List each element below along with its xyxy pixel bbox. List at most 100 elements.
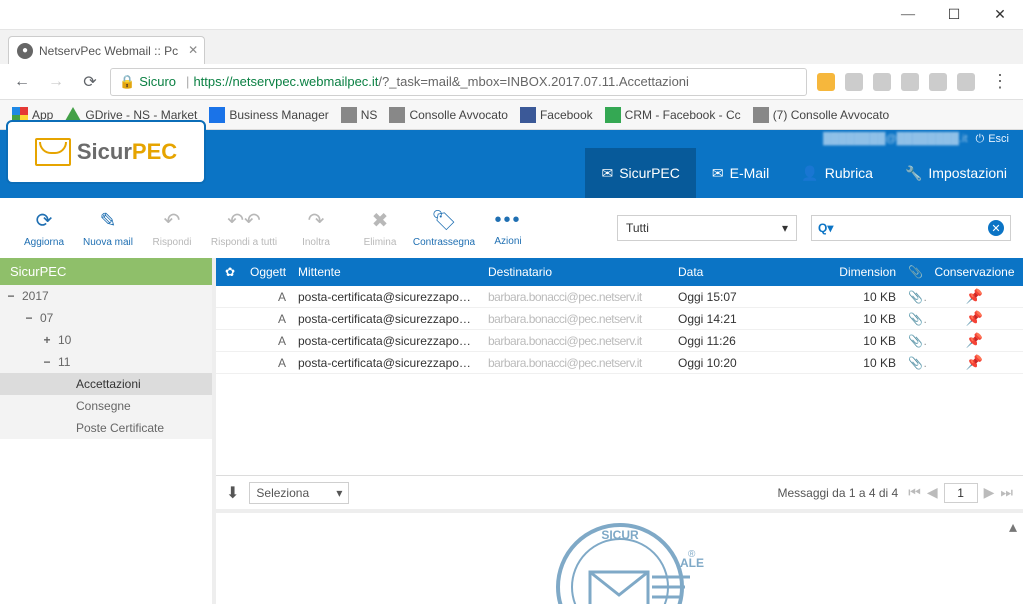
btn-label: Elimina — [364, 237, 397, 248]
clear-search-icon[interactable]: ✕ — [988, 220, 1004, 236]
pager-page-input[interactable] — [944, 483, 978, 503]
reply-all-icon: ↶↶ — [227, 208, 261, 233]
svg-text:®: ® — [688, 549, 696, 560]
select-all-icon[interactable]: ⬇ — [226, 483, 239, 503]
more-icon: ••• — [494, 209, 521, 232]
folder-poste-certificate[interactable]: Poste Certificate — [0, 417, 212, 439]
message-row[interactable]: Aposta-certificata@sicurezzapost...barba… — [216, 308, 1023, 330]
url-input[interactable]: 🔒 Sicuro | https://netservpec.webmailpec… — [110, 68, 807, 96]
grid-status: Messaggi da 1 a 4 di 4 — [777, 486, 898, 500]
bookmark-item[interactable]: Facebook — [516, 105, 597, 125]
cell-data: Oggi 11:26 — [672, 334, 822, 348]
folder-10[interactable]: +10 — [0, 329, 212, 351]
bookmark-item[interactable]: Business Manager — [205, 105, 332, 125]
message-row[interactable]: Aposta-certificata@sicurezzapost...barba… — [216, 286, 1023, 308]
grid-footer: ⬇ Seleziona ▾ Messaggi da 1 a 4 di 4 ⏮ ◀… — [216, 475, 1023, 509]
cell-conservazione[interactable]: 📌 — [926, 288, 1023, 305]
actions-button[interactable]: •••Azioni — [476, 209, 540, 247]
col-dimensione[interactable]: Dimension — [822, 265, 902, 279]
tree-toggle-icon[interactable]: − — [0, 289, 22, 303]
tree-toggle-icon[interactable]: + — [36, 333, 58, 347]
window-close[interactable]: ✕ — [977, 0, 1023, 30]
search-input[interactable]: Q▾ ✕ — [811, 215, 1011, 241]
col-mittente[interactable]: Mittente — [292, 265, 482, 279]
browser-menu-button[interactable]: ⋮ — [985, 71, 1015, 92]
filter-value: Tutti — [626, 221, 649, 235]
bookmark-item[interactable]: (7) Consolle Avvocato — [749, 105, 894, 125]
cell-data: Oggi 14:21 — [672, 312, 822, 326]
nav-email[interactable]: ✉E-Mail — [696, 148, 785, 198]
folder-11[interactable]: −11 — [0, 351, 212, 373]
nav-sicurpec[interactable]: ✉SicurPEC — [585, 148, 695, 198]
col-destinatario[interactable]: Destinatario — [482, 265, 672, 279]
selection-dropdown[interactable]: Seleziona ▾ — [249, 482, 349, 504]
tab-title: NetservPec Webmail :: Pc — [39, 44, 178, 58]
content-pane: ✿ Oggett Mittente Destinatario Data Dime… — [212, 258, 1023, 604]
page-icon — [389, 107, 405, 123]
folder-07[interactable]: −07 — [0, 307, 212, 329]
mark-button[interactable]: 🏷Contrassegna — [412, 208, 476, 248]
folder-label: 10 — [58, 333, 71, 347]
app-nav: ✉SicurPEC ✉E-Mail 👤Rubrica 🔧Impostazioni — [585, 148, 1023, 198]
col-data[interactable]: Data — [672, 265, 822, 279]
browser-addressbar: ← → ⟳ 🔒 Sicuro | https://netservpec.webm… — [0, 64, 1023, 100]
tab-favicon: ● — [17, 43, 33, 59]
page-icon — [209, 107, 225, 123]
gear-icon[interactable]: ✿ — [216, 265, 244, 279]
logo-text-1: Sicur — [77, 139, 132, 164]
attachment-icon: 📎 — [902, 334, 926, 348]
extension-icon[interactable] — [901, 73, 919, 91]
nav-forward-button[interactable]: → — [42, 68, 70, 96]
folder-label: 2017 — [22, 289, 49, 303]
cell-conservazione[interactable]: 📌 — [926, 332, 1023, 349]
cell-destinatario: barbara.bonacci@pec.netserv.it — [482, 356, 672, 370]
bookmark-item[interactable]: NS — [337, 105, 382, 125]
main-area: SicurPEC −2017−07+10−11AccettazioniConse… — [0, 258, 1023, 604]
nav-impostazioni[interactable]: 🔧Impostazioni — [889, 148, 1023, 198]
pager-last[interactable]: ⏭ — [1000, 484, 1013, 501]
browser-tab[interactable]: ● NetservPec Webmail :: Pc ✕ — [8, 36, 205, 64]
pager-prev[interactable]: ◀ — [927, 484, 938, 501]
btn-label: Nuova mail — [83, 237, 133, 248]
btn-label: Aggiorna — [24, 237, 64, 248]
bookmark-item[interactable]: Consolle Avvocato — [385, 105, 512, 125]
extension-icon[interactable] — [845, 73, 863, 91]
new-mail-button[interactable]: ✎Nuova mail — [76, 208, 140, 248]
nav-back-button[interactable]: ← — [8, 68, 36, 96]
refresh-button[interactable]: ⟳Aggiorna — [12, 208, 76, 248]
message-row[interactable]: Aposta-certificata@sicurezzapost...barba… — [216, 330, 1023, 352]
cell-dimensione: 10 KB — [822, 290, 902, 304]
pager-first[interactable]: ⏮ — [908, 484, 921, 501]
tab-close-icon[interactable]: ✕ — [188, 43, 198, 57]
folder-consegne[interactable]: Consegne — [0, 395, 212, 417]
col-conservazione[interactable]: Conservazione — [926, 265, 1023, 279]
bookmark-label: CRM - Facebook - Cc — [625, 108, 741, 122]
tree-toggle-icon[interactable]: − — [36, 355, 58, 369]
bookmark-item[interactable]: CRM - Facebook - Cc — [601, 105, 745, 125]
cell-conservazione[interactable]: 📌 — [926, 354, 1023, 371]
folder-accettazioni[interactable]: Accettazioni — [0, 373, 212, 395]
nav-reload-button[interactable]: ⟳ — [76, 68, 104, 96]
folder-2017[interactable]: −2017 — [0, 285, 212, 307]
cell-conservazione[interactable]: 📌 — [926, 310, 1023, 327]
extension-icon[interactable] — [929, 73, 947, 91]
watermark-stamp-icon: SICUR ALE CATA ® — [520, 517, 720, 604]
logout-button[interactable]: ⏻ Esci — [976, 133, 1009, 146]
message-row[interactable]: Aposta-certificata@sicurezzapost...barba… — [216, 352, 1023, 374]
folder-tree: −2017−07+10−11AccettazioniConsegnePoste … — [0, 285, 212, 439]
attachment-icon[interactable]: 📎 — [902, 265, 926, 279]
scroll-up-icon[interactable]: ▴ — [1009, 517, 1017, 537]
window-maximize[interactable]: ☐ — [931, 0, 977, 30]
nav-rubrica[interactable]: 👤Rubrica — [785, 148, 889, 198]
filter-select[interactable]: Tutti ▾ — [617, 215, 797, 241]
app-logo[interactable]: SicurPEC — [6, 120, 206, 184]
window-minimize[interactable]: ― — [885, 0, 931, 30]
folder-label: Poste Certificate — [76, 421, 164, 435]
reply-all-button: ↶↶Rispondi a tutti — [204, 208, 284, 248]
extension-icon[interactable] — [957, 73, 975, 91]
extension-icon[interactable] — [817, 73, 835, 91]
extension-icon[interactable] — [873, 73, 891, 91]
col-oggetto[interactable]: Oggett — [244, 265, 292, 279]
tree-toggle-icon[interactable]: − — [18, 311, 40, 325]
pager-next[interactable]: ▶ — [984, 484, 995, 501]
